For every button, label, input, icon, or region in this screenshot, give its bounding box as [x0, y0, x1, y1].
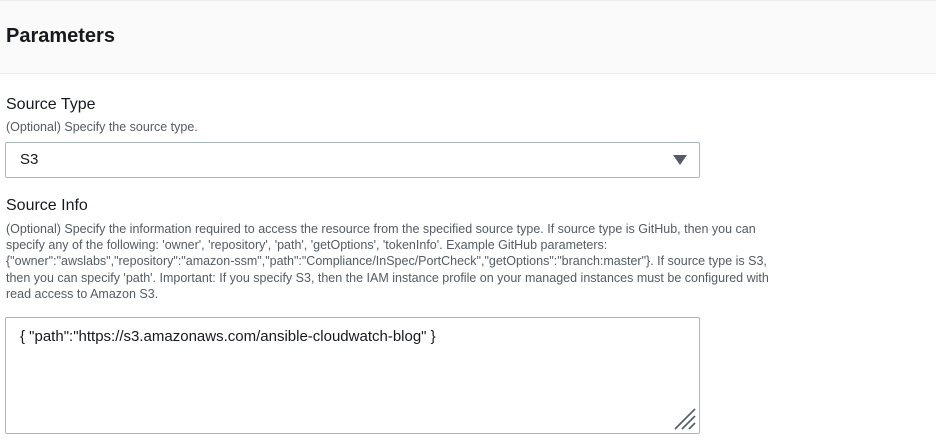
caret-down-icon: [673, 155, 687, 165]
source-type-label: Source Type: [6, 96, 96, 113]
source-info-description-line: {"owner":"awslabs","repository":"amazon-…: [6, 254, 767, 269]
source-info-value: { "path":"https://s3.amazonaws.com/ansib…: [20, 328, 436, 345]
resize-handle-icon[interactable]: [671, 405, 697, 431]
source-type-selected-value: S3: [20, 151, 39, 168]
panel-title: Parameters: [6, 25, 115, 47]
source-info-label: Source Info: [6, 197, 88, 214]
source-type-select[interactable]: S3: [5, 142, 700, 178]
source-info-description-line: (Optional) Specify the information requi…: [6, 222, 756, 236]
source-info-description-line: read access to Amazon S3.: [6, 286, 159, 301]
source-info-textarea[interactable]: { "path":"https://s3.amazonaws.com/ansib…: [5, 317, 700, 434]
source-info-description-line: specify any of the following: 'owner', '…: [6, 238, 608, 253]
source-info-description: (Optional) Specify the information requi…: [6, 221, 934, 302]
source-info-description-line: then you can specify 'path'. Important: …: [6, 270, 769, 285]
panel-header: Parameters: [0, 0, 936, 74]
source-type-description: (Optional) Specify the source type.: [6, 120, 198, 134]
